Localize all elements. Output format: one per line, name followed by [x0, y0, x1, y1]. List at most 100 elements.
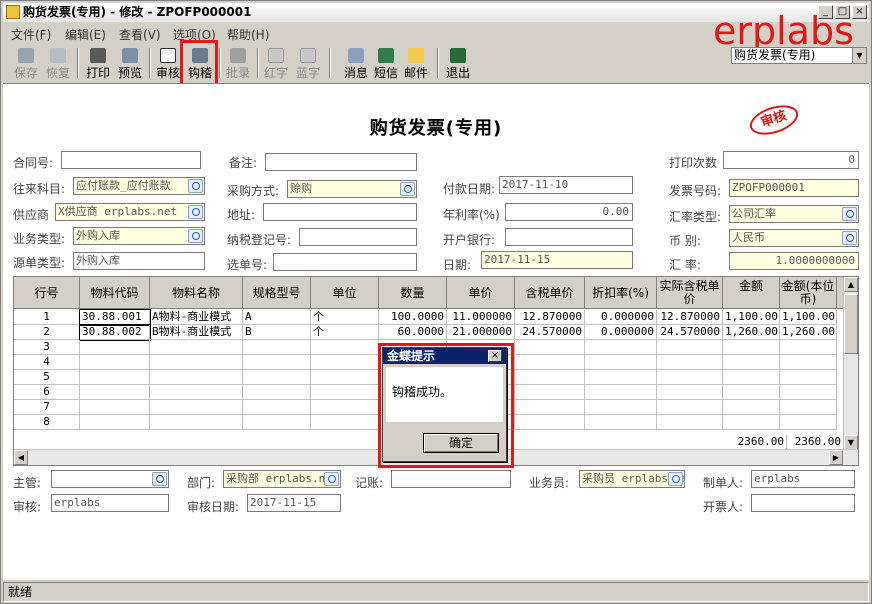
cell-tax-price[interactable] — [515, 340, 585, 355]
cell-tax-price[interactable] — [515, 355, 585, 370]
cell-discount[interactable] — [585, 385, 657, 400]
cell-unit[interactable]: 个 — [311, 310, 379, 325]
cell-unit[interactable] — [311, 355, 379, 370]
rate-type-field[interactable]: 公司汇率 — [729, 205, 859, 223]
cell-line-no[interactable]: 3 — [14, 340, 80, 355]
cell-tax-price[interactable] — [515, 400, 585, 415]
close-button[interactable]: × — [852, 5, 867, 19]
cell-amount-base[interactable]: 1,100.00 — [780, 310, 837, 325]
scroll-thumb[interactable] — [844, 294, 858, 354]
column-header-material-name[interactable]: 物料名称 — [150, 277, 243, 309]
cell-amount-base[interactable] — [780, 355, 837, 370]
cell-spec[interactable] — [243, 400, 311, 415]
column-header-actual-tax-price[interactable]: 实际含税单价 — [657, 277, 723, 309]
cell-spec[interactable] — [243, 385, 311, 400]
cell-material-name[interactable] — [150, 355, 243, 370]
cell-line-no[interactable]: 2 — [14, 325, 80, 340]
column-header-spec[interactable]: 规格型号 — [243, 277, 311, 309]
column-header-unit-price[interactable]: 单价 — [447, 277, 515, 309]
tax-reg-field[interactable] — [299, 228, 417, 246]
cell-amount-base[interactable] — [780, 385, 837, 400]
cell-discount[interactable] — [585, 415, 657, 430]
exit-button[interactable]: 退出 — [443, 47, 473, 81]
cell-spec[interactable]: B — [243, 325, 311, 340]
cell-amount[interactable] — [723, 370, 780, 385]
dept-field[interactable]: 采购部 erplabs.net — [223, 470, 341, 488]
annual-rate-field[interactable]: 0.00 — [505, 203, 633, 221]
cell-material-code[interactable] — [80, 385, 150, 400]
save-button[interactable]: 保存 — [11, 47, 41, 81]
cell-line-no[interactable]: 7 — [14, 400, 80, 415]
issuer-field[interactable] — [751, 494, 855, 512]
table-row[interactable]: 1 30.88.001 A物料-商业模式 A 个 100.0000 11.000000 12.… — [14, 309, 837, 326]
cell-amount-base[interactable]: 1,260.00 — [780, 325, 837, 340]
cell-material-code[interactable]: 30.88.002 — [79, 324, 151, 341]
cell-quantity[interactable]: 100.0000 — [379, 310, 447, 325]
cell-amount[interactable] — [723, 400, 780, 415]
cell-actual-tax-price[interactable]: 24.570000 — [657, 325, 723, 340]
cell-spec[interactable]: A — [243, 310, 311, 325]
cell-amount-base[interactable] — [780, 400, 837, 415]
cell-material-name[interactable] — [150, 400, 243, 415]
column-header-material-code[interactable]: 物料代码 — [80, 277, 150, 309]
mail-button[interactable]: 邮件 — [401, 47, 431, 81]
column-header-discount[interactable]: 折扣率(%) — [585, 277, 657, 309]
cell-spec[interactable] — [243, 340, 311, 355]
cell-material-code[interactable] — [80, 355, 150, 370]
column-header-quantity[interactable]: 数量 — [379, 277, 447, 309]
cell-material-name[interactable]: B物料-商业模式 — [150, 325, 243, 340]
cell-line-no[interactable]: 4 — [14, 355, 80, 370]
grid-vscroll[interactable]: ▲ ▼ — [843, 277, 858, 451]
source-type-field[interactable]: 外购入库 — [73, 252, 205, 270]
cell-material-name[interactable] — [150, 385, 243, 400]
cell-unit-price[interactable]: 21.000000 — [447, 325, 515, 340]
cell-discount[interactable]: 0.000000 — [585, 325, 657, 340]
search-icon[interactable] — [668, 472, 683, 486]
cell-unit[interactable] — [311, 370, 379, 385]
menu-view[interactable]: 查看(V) — [119, 26, 161, 43]
chevron-down-icon[interactable]: ▼ — [844, 435, 858, 450]
cell-discount[interactable]: 0.000000 — [585, 310, 657, 325]
cell-unit[interactable] — [311, 400, 379, 415]
search-icon[interactable] — [188, 179, 203, 193]
cell-amount[interactable]: 1,100.00 — [723, 310, 780, 325]
cell-unit[interactable] — [311, 340, 379, 355]
cell-line-no[interactable]: 8 — [14, 415, 80, 430]
column-header-amount-base[interactable]: 金额(本位币) — [780, 277, 837, 309]
search-icon[interactable] — [324, 472, 339, 486]
cell-amount[interactable] — [723, 340, 780, 355]
cell-material-code[interactable] — [80, 415, 150, 430]
cell-actual-tax-price[interactable] — [657, 415, 723, 430]
cell-quantity[interactable]: 60.0000 — [379, 325, 447, 340]
cell-material-code[interactable]: 30.88.001 — [79, 309, 151, 326]
cell-discount[interactable] — [585, 340, 657, 355]
manager-field[interactable] — [51, 470, 169, 488]
cell-actual-tax-price[interactable] — [657, 355, 723, 370]
business-type-field[interactable]: 外购入库 — [73, 227, 205, 245]
cell-amount[interactable] — [723, 385, 780, 400]
cell-actual-tax-price[interactable] — [657, 400, 723, 415]
column-header-tax-price[interactable]: 含税单价 — [515, 277, 585, 309]
cell-line-no[interactable]: 6 — [14, 385, 80, 400]
cell-spec[interactable] — [243, 370, 311, 385]
cell-actual-tax-price[interactable] — [657, 340, 723, 355]
search-icon[interactable] — [188, 229, 203, 243]
cell-discount[interactable] — [585, 355, 657, 370]
search-icon[interactable] — [188, 205, 203, 219]
menu-file[interactable]: 文件(F) — [11, 26, 51, 43]
restore-button[interactable]: 恢复 — [43, 47, 73, 81]
invoice-no-field[interactable]: ZPOFP000001 — [729, 179, 859, 197]
column-header-amount[interactable]: 金额 — [723, 277, 780, 309]
print-button[interactable]: 打印 — [83, 47, 113, 81]
cell-tax-price[interactable] — [515, 415, 585, 430]
cell-material-code[interactable] — [80, 400, 150, 415]
cell-discount[interactable] — [585, 370, 657, 385]
preview-button[interactable]: 预览 — [115, 47, 145, 81]
address-field[interactable] — [263, 203, 417, 221]
cell-actual-tax-price[interactable] — [657, 385, 723, 400]
cell-line-no[interactable]: 1 — [14, 310, 80, 325]
cell-discount[interactable] — [585, 400, 657, 415]
bank-field[interactable] — [505, 228, 633, 246]
chevron-left-icon[interactable]: ◀ — [14, 450, 28, 465]
cell-unit[interactable] — [311, 415, 379, 430]
